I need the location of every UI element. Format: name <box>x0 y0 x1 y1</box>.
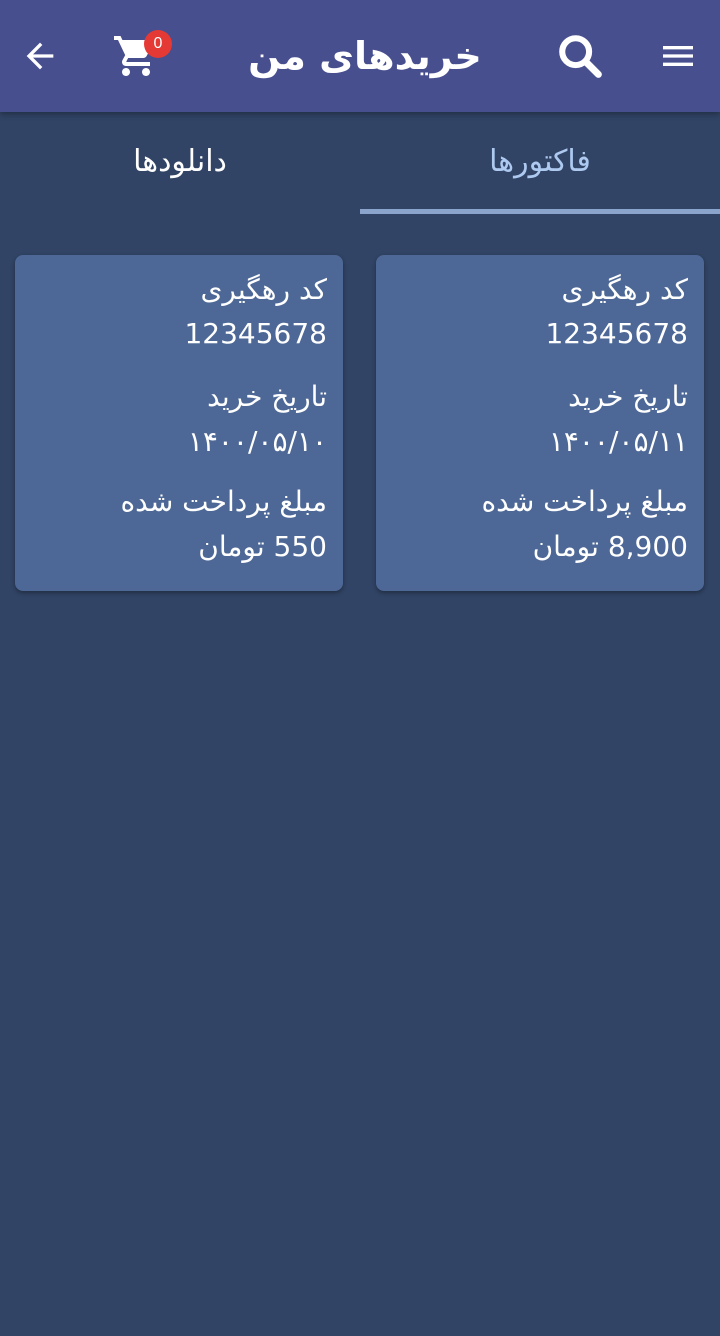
search-icon <box>559 35 602 78</box>
search-button[interactable] <box>548 24 612 88</box>
hamburger-menu-icon <box>663 46 693 66</box>
tracking-code-value: 12345678 <box>545 317 688 350</box>
app-bar: 0 خریدهای من <box>0 0 720 112</box>
tab-downloads[interactable]: دانلودها <box>0 112 360 210</box>
amount-paid-row: 550 تومان <box>31 530 327 563</box>
purchase-date-value: ۱۴۰۰/۰۵/۱۱ <box>548 425 688 458</box>
page-title: خریدهای من <box>248 34 482 78</box>
menu-button[interactable] <box>646 24 710 88</box>
tracking-code-value: 12345678 <box>184 317 327 350</box>
tab-bar: فاکتورها دانلودها <box>0 112 720 214</box>
currency-label: تومان <box>532 530 599 563</box>
back-button[interactable] <box>8 24 72 88</box>
amount-paid-value: 550 <box>273 530 327 563</box>
cart-button[interactable]: 0 <box>104 24 172 88</box>
invoice-card[interactable]: کد رهگیری 12345678 تاریخ خرید ۱۴۰۰/۰۵/۱۱… <box>376 255 704 591</box>
purchase-date-value: ۱۴۰۰/۰۵/۱۰ <box>187 425 327 458</box>
invoice-card[interactable]: کد رهگیری 12345678 تاریخ خرید ۱۴۰۰/۰۵/۱۰… <box>15 255 343 591</box>
amount-paid-value: 8,900 <box>607 530 688 563</box>
purchase-date-label: تاریخ خرید <box>207 380 327 413</box>
tab-invoices[interactable]: فاکتورها <box>360 112 720 210</box>
amount-paid-label: مبلغ پرداخت شده <box>120 485 327 518</box>
amount-paid-row: 8,900 تومان <box>392 530 688 563</box>
tracking-code-label: کد رهگیری <box>200 273 328 306</box>
selected-tab-indicator <box>360 209 720 214</box>
currency-label: تومان <box>198 530 265 563</box>
arrow-left-icon <box>26 42 54 70</box>
cart-count-badge: 0 <box>144 30 172 58</box>
tracking-code-label: کد رهگیری <box>561 273 689 306</box>
amount-paid-label: مبلغ پرداخت شده <box>481 485 688 518</box>
purchase-date-label: تاریخ خرید <box>568 380 688 413</box>
